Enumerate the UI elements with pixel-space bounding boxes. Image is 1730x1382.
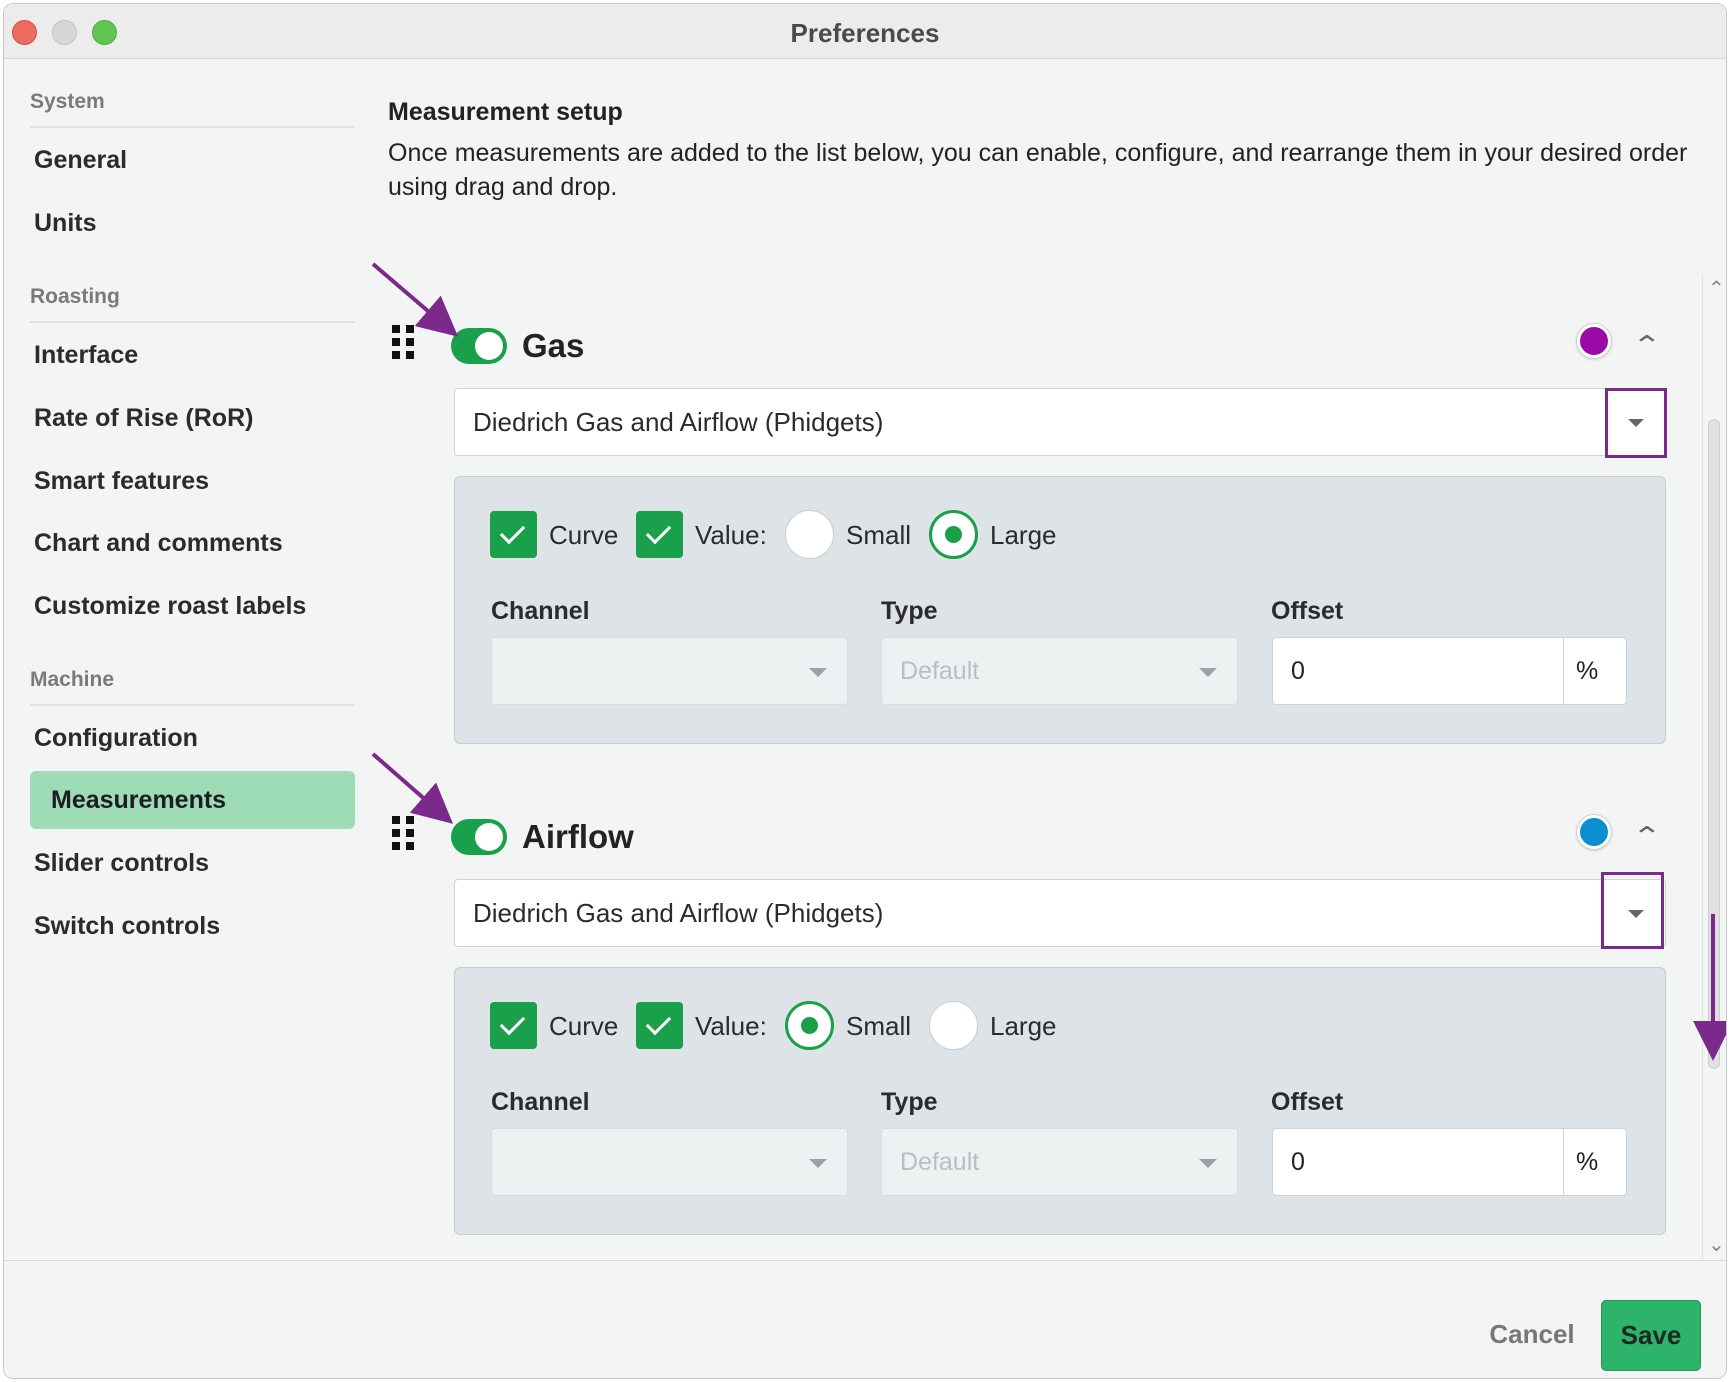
measurement-name: Airflow [522, 818, 634, 855]
page-title: Measurement setup [388, 98, 623, 126]
value-label: Value: [695, 520, 767, 550]
measurement-settings-panel: Curve Value: Small Large Channel Type Of… [454, 476, 1666, 744]
measurement-color-swatch[interactable] [1577, 815, 1611, 849]
size-large-radio[interactable] [929, 1001, 978, 1050]
device-select[interactable]: Diedrich Gas and Airflow (Phidgets) [454, 879, 1666, 947]
offset-input[interactable]: 0 % [1272, 1128, 1627, 1196]
size-large-label: Large [990, 1011, 1057, 1041]
device-select-value: Diedrich Gas and Airflow (Phidgets) [473, 898, 884, 928]
sidebar-item-slider-controls[interactable]: Slider controls [30, 834, 355, 892]
measurement-name: Gas [522, 327, 585, 364]
sidebar-section-machine: Machine [30, 668, 355, 706]
size-small-radio[interactable] [785, 1001, 834, 1050]
sidebar-item-interface[interactable]: Interface [30, 326, 355, 384]
sidebar-item-smart-features[interactable]: Smart features [30, 452, 355, 510]
scroll-down-icon[interactable]: ⌄ [1708, 1232, 1725, 1257]
offset-unit: % [1563, 638, 1626, 704]
sidebar-item-switch-controls[interactable]: Switch controls [30, 897, 355, 955]
cancel-button[interactable]: Cancel [1462, 1319, 1602, 1350]
offset-value: 0 [1291, 1148, 1305, 1176]
channel-label: Channel [491, 597, 590, 625]
sidebar: System General Units Roasting Interface … [4, 60, 359, 1260]
type-label: Type [881, 597, 938, 625]
size-large-label: Large [990, 520, 1057, 550]
sidebar-section-roasting: Roasting [30, 285, 355, 323]
curve-checkbox[interactable] [490, 1002, 537, 1049]
offset-value: 0 [1291, 657, 1305, 685]
size-large-radio[interactable] [929, 510, 978, 559]
value-checkbox[interactable] [636, 1002, 683, 1049]
collapse-chevron-up-icon[interactable]: ⌃ [1632, 330, 1663, 361]
scroll-up-icon[interactable]: ⌃ [1708, 276, 1725, 301]
offset-label: Offset [1271, 597, 1344, 625]
title-bar: Preferences [4, 4, 1726, 59]
type-dropdown[interactable]: Default [881, 1128, 1238, 1196]
type-dropdown-value: Default [900, 1148, 980, 1176]
toggle-knob [475, 332, 503, 360]
sidebar-item-chart-and-comments[interactable]: Chart and comments [30, 514, 355, 572]
sidebar-item-general[interactable]: General [30, 131, 355, 189]
channel-label: Channel [491, 1088, 590, 1116]
window-title: Preferences [790, 18, 940, 48]
drag-handle-icon[interactable] [392, 816, 418, 850]
type-label: Type [881, 1088, 938, 1116]
sidebar-item-measurements[interactable]: Measurements [30, 771, 355, 829]
measurement-enable-toggle[interactable] [451, 328, 507, 364]
footer: Cancel Save [4, 1260, 1726, 1378]
annotation-highlight-box [1605, 388, 1667, 458]
device-select-value: Diedrich Gas and Airflow (Phidgets) [473, 407, 884, 437]
sidebar-section-system: System [30, 90, 355, 128]
curve-label: Curve [549, 520, 619, 550]
sidebar-item-units[interactable]: Units [30, 194, 355, 252]
device-select[interactable]: Diedrich Gas and Airflow (Phidgets) [454, 388, 1666, 456]
size-small-radio[interactable] [785, 510, 834, 559]
toggle-knob [475, 823, 503, 851]
sidebar-item-rate-of-rise[interactable]: Rate of Rise (RoR) [30, 389, 355, 447]
offset-input[interactable]: 0 % [1272, 637, 1627, 705]
page-description: Once measurements are added to the list … [388, 139, 1688, 201]
measurement-settings-panel: Curve Value: Small Large Channel Type Of… [454, 967, 1666, 1235]
offset-unit: % [1563, 1129, 1626, 1195]
annotation-highlight-box [1601, 872, 1664, 949]
size-small-label: Small [846, 1011, 912, 1041]
preferences-window: Preferences System General Units Roastin… [3, 3, 1727, 1379]
channel-dropdown[interactable] [491, 637, 848, 705]
measurement-enable-toggle[interactable] [451, 819, 507, 855]
value-checkbox[interactable] [636, 511, 683, 558]
measurement-card-airflow: Airflow ⌃ Diedrich Gas and Airflow (Phid… [388, 795, 1688, 1235]
curve-checkbox[interactable] [490, 511, 537, 558]
measurement-color-swatch[interactable] [1577, 324, 1611, 358]
size-small-label: Small [846, 520, 912, 550]
sidebar-item-customize-roast-labels[interactable]: Customize roast labels [30, 577, 355, 635]
curve-label: Curve [549, 1011, 619, 1041]
offset-label: Offset [1271, 1088, 1344, 1116]
type-dropdown[interactable]: Default [881, 637, 1238, 705]
type-dropdown-value: Default [900, 657, 980, 685]
collapse-chevron-up-icon[interactable]: ⌃ [1632, 821, 1663, 852]
scrollbar-thumb[interactable] [1708, 419, 1720, 1069]
channel-dropdown[interactable] [491, 1128, 848, 1196]
measurement-card-gas: Gas ⌃ Diedrich Gas and Airflow (Phidgets… [388, 304, 1688, 744]
drag-handle-icon[interactable] [392, 325, 418, 359]
save-button[interactable]: Save [1601, 1300, 1701, 1371]
sidebar-item-configuration[interactable]: Configuration [30, 709, 355, 767]
value-label: Value: [695, 1011, 767, 1041]
